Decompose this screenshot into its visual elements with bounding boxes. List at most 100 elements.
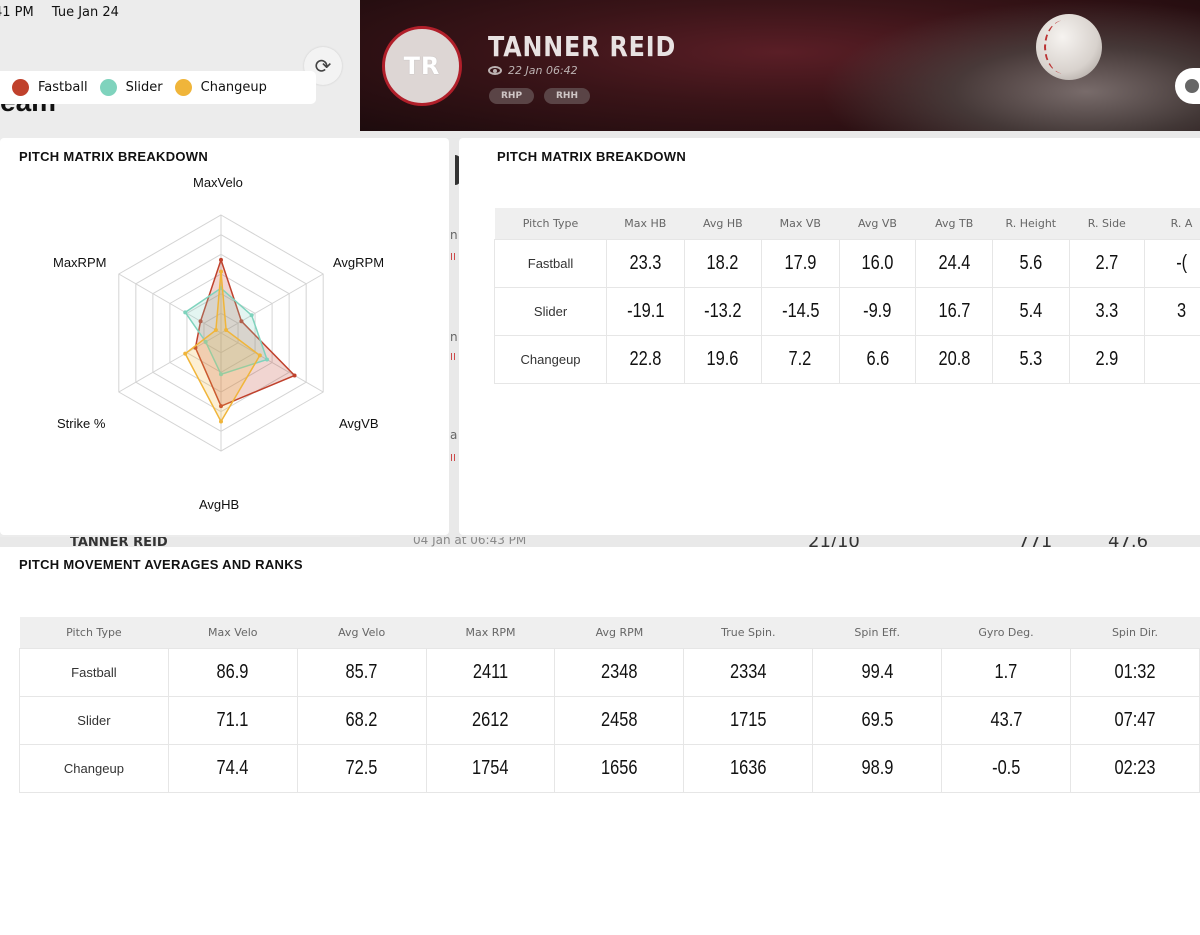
table-cell: 3 xyxy=(1144,287,1200,336)
table-cell: 5.6 xyxy=(992,239,1070,288)
background-strip: TANNER REID 04 Jan at 06:43 PM 21/10 771… xyxy=(0,537,1200,547)
table-row[interactable]: Slider -19.1 -13.2 -14.5 -9.9 16.7 5.4 3… xyxy=(493,287,1200,336)
table-cell: -14.5 xyxy=(761,287,840,336)
matrix-card: PITCH MATRIX BREAKDOWN Pitch Type Max HB… xyxy=(459,138,1200,535)
table-cell: 2612 xyxy=(425,696,556,745)
table-cell: 01:32 xyxy=(1069,648,1200,697)
table-cell: -13.2 xyxy=(683,287,763,336)
table-cell: 07:47 xyxy=(1069,696,1200,745)
table-cell: 43.7 xyxy=(941,696,1071,745)
refresh-icon: ⟳ xyxy=(314,54,332,78)
table-header-row: Pitch Type Max Velo Avg Velo Max RPM Avg… xyxy=(19,617,1200,649)
table-cell: -( xyxy=(1144,239,1200,288)
status-date: Tue Jan 24 xyxy=(51,5,119,20)
table-cell: 20.8 xyxy=(915,335,994,384)
cell-value: 68.2 xyxy=(345,709,378,731)
cell-value: 2.9 xyxy=(1095,348,1119,370)
radar-point xyxy=(219,419,223,424)
cell-value: 2348 xyxy=(601,661,638,683)
radar-point xyxy=(264,357,269,362)
pitch-type-cell: Slider xyxy=(493,287,608,336)
status-bar: 41 PM Tue Jan 24 xyxy=(0,5,119,20)
legend-item-slider[interactable]: Slider xyxy=(99,79,163,96)
table-cell: 1715 xyxy=(683,696,814,745)
cell-value: 17.9 xyxy=(784,252,817,274)
table-row[interactable]: Fastball 86.9 85.7 2411 2348 2334 99.4 1… xyxy=(19,648,1200,697)
radar-axis-label: AvgRPM xyxy=(333,255,385,270)
column-header: Avg HB xyxy=(684,208,762,240)
cell-value: 6.6 xyxy=(866,348,889,370)
column-header: R. A xyxy=(1144,208,1200,240)
cell-value: 18.2 xyxy=(706,252,739,274)
movement-card: PITCH MOVEMENT AVERAGES AND RANKS Pitch … xyxy=(0,547,1200,935)
table-cell xyxy=(1144,335,1200,384)
radar-point xyxy=(183,310,188,315)
eye-icon xyxy=(488,66,502,75)
column-header: Max RPM xyxy=(426,617,555,649)
chart-legend: Fastball Slider Changeup xyxy=(0,71,316,104)
banner-texture xyxy=(820,0,1200,131)
cell-value: 1715 xyxy=(730,709,767,731)
table-cell: 16.0 xyxy=(838,239,917,288)
table-cell: -9.9 xyxy=(838,287,917,336)
radar-axis-label: Strike % xyxy=(57,416,106,431)
table-cell: 1.7 xyxy=(941,648,1071,697)
cell-value: 24.4 xyxy=(938,252,971,274)
cell-value: -13.2 xyxy=(704,300,742,322)
table-cell: 1656 xyxy=(554,744,685,793)
column-header: Pitch Type xyxy=(19,617,169,649)
column-header: Avg VB xyxy=(839,208,916,240)
table-cell: 2334 xyxy=(683,648,814,697)
radar-axis-label: MaxRPM xyxy=(53,255,107,270)
pitch-type-cell: Fastball xyxy=(19,648,169,697)
cell-value: 20.8 xyxy=(938,348,971,370)
radar-axis-label: AvgHB xyxy=(199,497,240,512)
background-number: 21/10 xyxy=(808,537,860,547)
table-cell: 3.3 xyxy=(1068,287,1146,336)
cell-value: -0.5 xyxy=(991,757,1021,779)
cell-value: 98.9 xyxy=(861,757,894,779)
table-row[interactable]: Changeup 22.8 19.6 7.2 6.6 20.8 5.3 2.9 xyxy=(493,335,1200,384)
cell-value: -19.1 xyxy=(626,300,665,322)
avatar-initials: TR xyxy=(403,52,441,80)
table-cell: 18.2 xyxy=(683,239,763,288)
view-date: 22 Jan 06:42 xyxy=(508,64,578,77)
table-cell: -0.5 xyxy=(941,744,1071,793)
cell-value: 5.3 xyxy=(1019,348,1043,370)
table-cell: 68.2 xyxy=(296,696,427,745)
table-cell: 22.8 xyxy=(606,335,685,384)
matrix-table: Pitch Type Max HB Avg HB Max VB Avg VB A… xyxy=(493,208,1200,384)
cell-value: 85.7 xyxy=(345,661,378,683)
cell-value: 1754 xyxy=(472,757,509,779)
radar-axis-label: AvgVB xyxy=(339,416,379,431)
column-header: Gyro Deg. xyxy=(941,617,1071,649)
table-row[interactable]: Changeup 74.4 72.5 1754 1656 1636 98.9 -… xyxy=(19,744,1200,793)
radar-series xyxy=(183,257,297,424)
table-cell: 2.7 xyxy=(1068,239,1146,288)
column-header: Max Velo xyxy=(168,617,298,649)
table-cell: 2411 xyxy=(425,648,556,697)
table-cell: 6.6 xyxy=(838,335,917,384)
table-cell: 2348 xyxy=(554,648,685,697)
table-cell: 5.4 xyxy=(992,287,1070,336)
cell-value: 1656 xyxy=(601,757,638,779)
background-badge: II xyxy=(450,453,456,464)
cell-value: 2.7 xyxy=(1095,252,1119,274)
view-timestamp: 22 Jan 06:42 xyxy=(488,64,578,77)
table-header-row: Pitch Type Max HB Avg HB Max VB Avg VB A… xyxy=(494,208,1200,240)
radar-point xyxy=(249,313,254,318)
legend-item-changeup[interactable]: Changeup xyxy=(174,79,267,96)
cell-value: 5.6 xyxy=(1019,252,1043,274)
cell-value: -( xyxy=(1176,252,1188,274)
legend-item-fastball[interactable]: Fastball xyxy=(12,79,88,96)
radar-point xyxy=(219,269,223,274)
pitch-type-cell: Slider xyxy=(19,696,169,745)
radar-axis-label: MaxVelo xyxy=(193,175,243,190)
table-row[interactable]: Slider 71.1 68.2 2612 2458 1715 69.5 43.… xyxy=(19,696,1200,745)
table-cell: 86.9 xyxy=(167,648,298,697)
cell-value: 3 xyxy=(1177,300,1187,322)
table-cell: 1636 xyxy=(683,744,814,793)
table-row[interactable]: Fastball 23.3 18.2 17.9 16.0 24.4 5.6 2.… xyxy=(493,239,1200,288)
radar-series-changeup xyxy=(184,271,261,424)
radar-card: PITCH MATRIX BREAKDOWN MaxVelo AvgRPM Av… xyxy=(0,138,449,535)
